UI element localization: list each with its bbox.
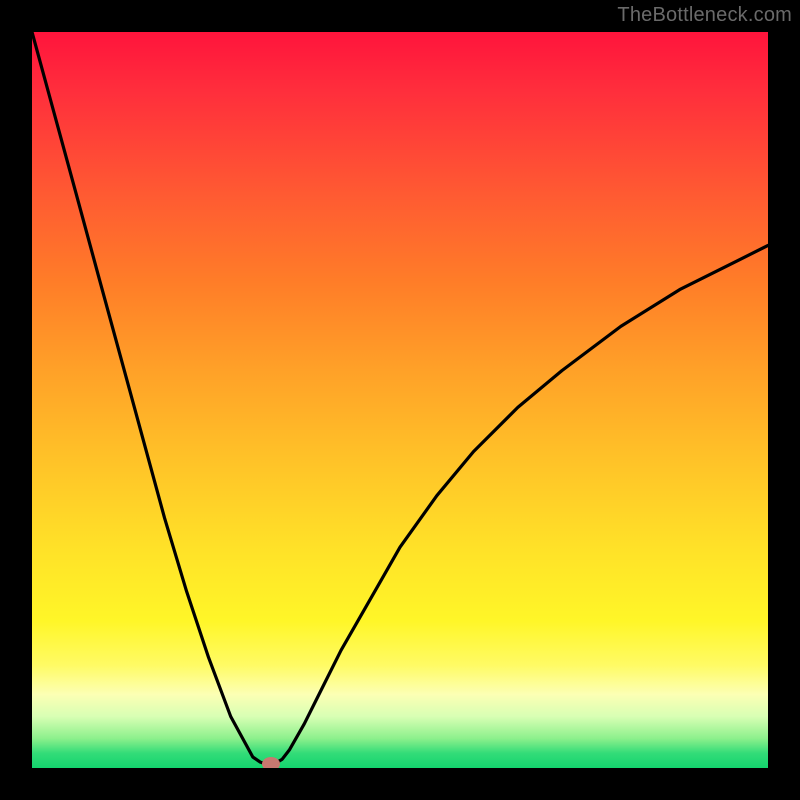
bottleneck-curve	[32, 32, 768, 768]
optimal-point-marker	[262, 757, 280, 768]
plot-area	[32, 32, 768, 768]
attribution-watermark: TheBottleneck.com	[617, 4, 792, 27]
